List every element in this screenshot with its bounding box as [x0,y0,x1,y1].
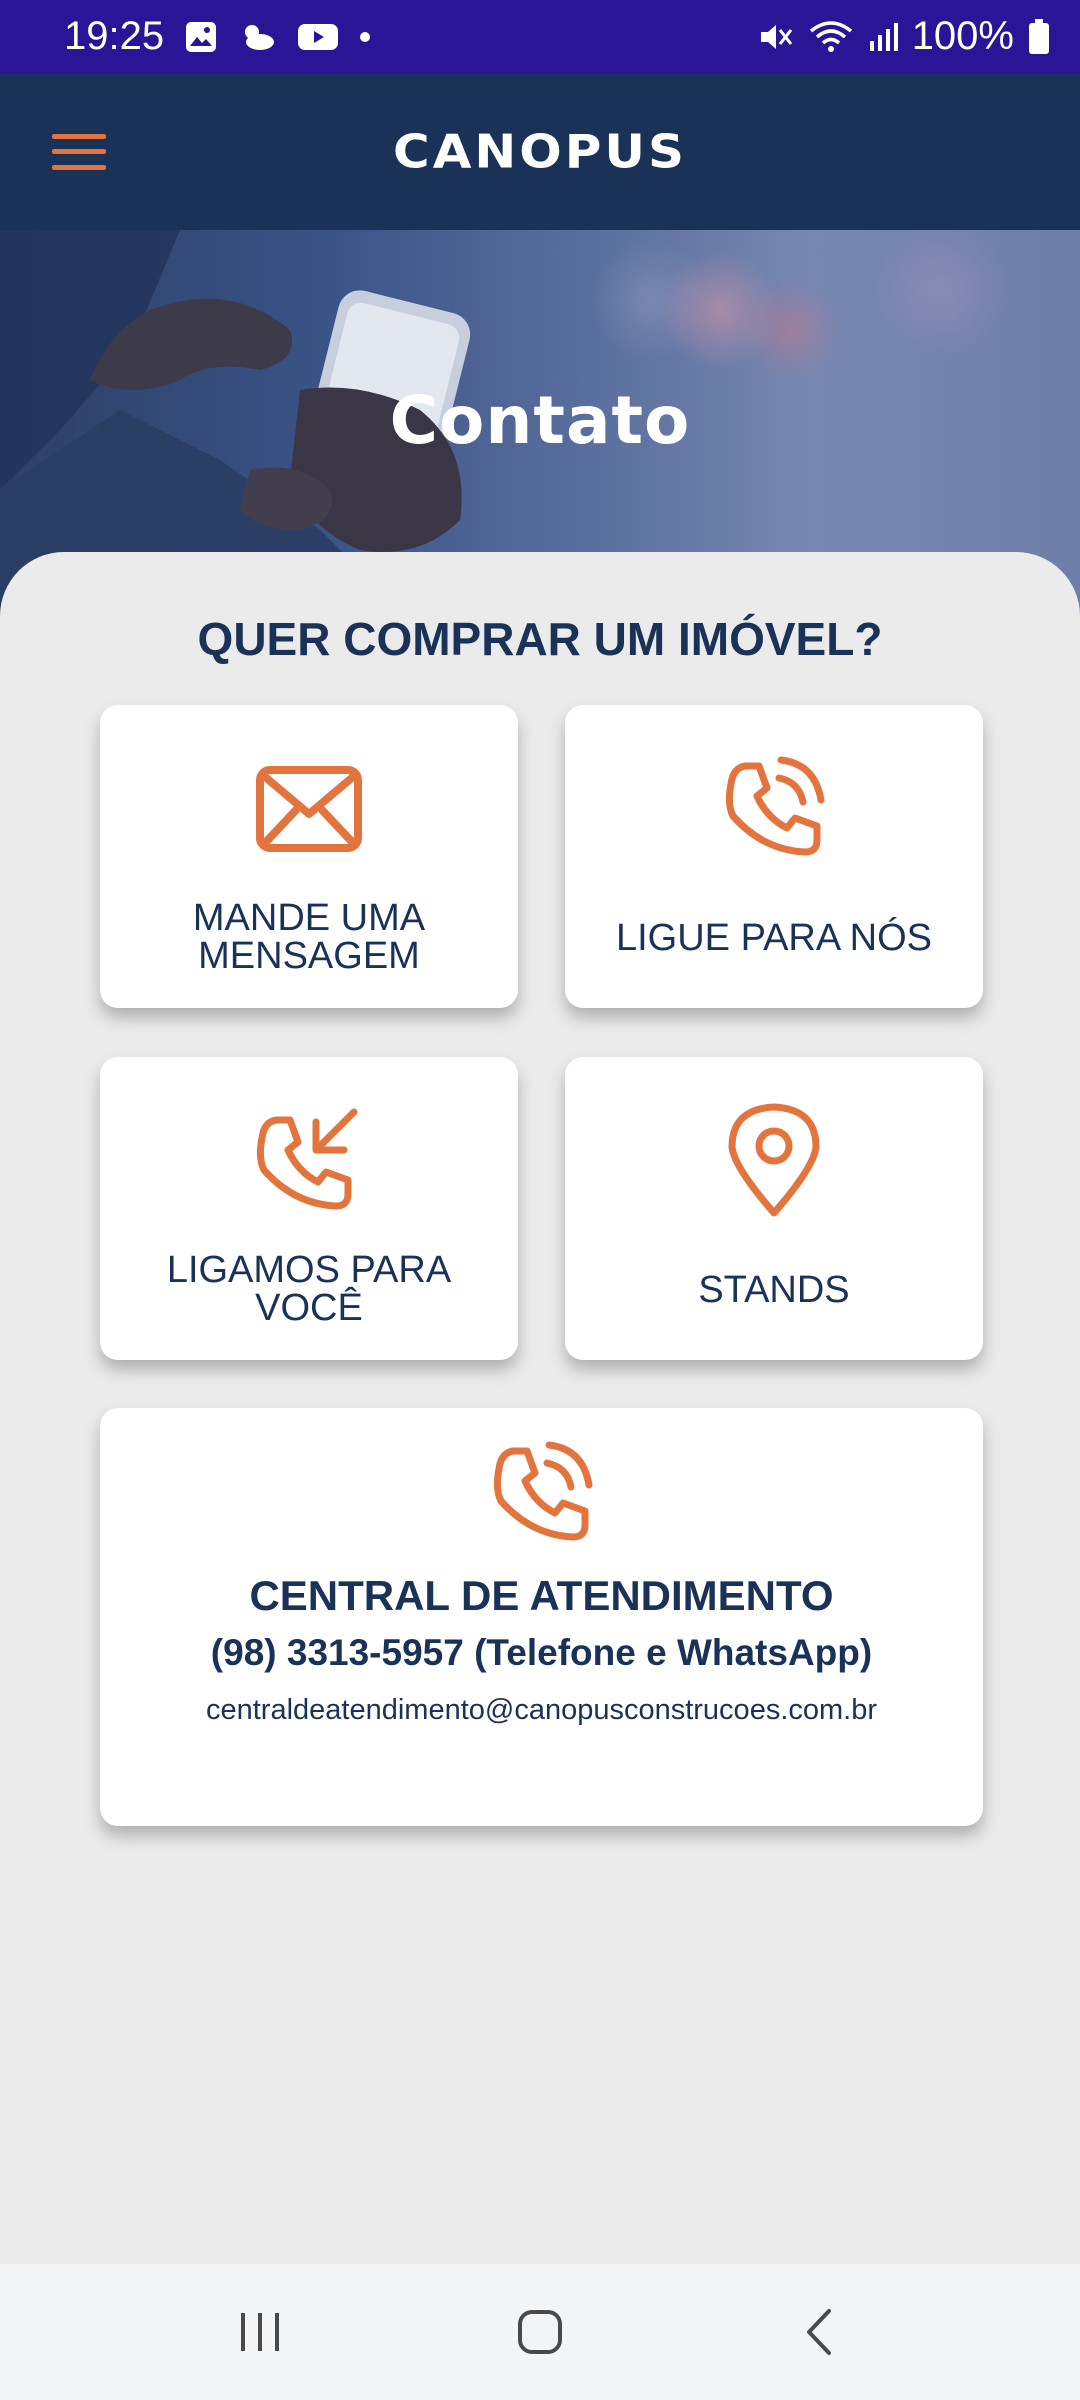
back-icon[interactable] [760,2282,880,2382]
customer-service-card: CENTRAL DE ATENDIMENTO (98) 3313-5957 (T… [100,1408,983,1826]
brand-logo: CANOPUS [393,124,687,179]
wifi-icon [808,19,854,55]
gallery-icon [184,20,218,54]
battery-percent: 100% [911,14,1014,58]
page-title: Contato [389,382,691,459]
mute-icon [758,20,794,54]
envelope-icon [249,749,369,869]
hamburger-menu-icon[interactable] [48,127,110,177]
weather-icon [238,20,278,54]
incoming-call-icon [249,1101,369,1221]
we-call-you-label: LIGAMOS PARA VOCÊ [166,1249,452,1329]
customer-service-title: CENTRAL DE ATENDIMENTO [249,1572,834,1619]
status-bar-right: 100% [758,14,1050,59]
customer-service-phone[interactable]: (98) 3313-5957 (Telefone e WhatsApp) [211,1632,872,1674]
call-us-label: LIGUE PARA NÓS [615,917,933,959]
recent-apps-icon[interactable] [200,2282,320,2382]
status-bar-left: 19:25 [64,14,372,59]
home-icon[interactable] [480,2282,600,2382]
system-nav-bar [0,2264,1080,2400]
signal-icon [868,21,898,53]
status-bar: 19:25 100% [0,0,1080,73]
stands-label: STANDS [698,1269,850,1311]
app-header: CANOPUS [0,73,1080,230]
customer-service-email[interactable]: centraldeatendimento@canopusconstrucoes.… [206,1694,877,1727]
stands-card[interactable]: STANDS [565,1057,983,1360]
section-heading: QUER COMPRAR UM IMÓVEL? [197,613,883,665]
menu-line [52,149,106,154]
menu-line [52,164,106,170]
battery-icon [1028,18,1050,55]
menu-line [52,133,106,139]
youtube-icon [298,22,339,52]
dot-icon [358,30,372,44]
send-message-card[interactable]: MANDE UMA MENSAGEM [100,705,518,1008]
call-us-card[interactable]: LIGUE PARA NÓS [565,705,983,1008]
content-panel: QUER COMPRAR UM IMÓVEL? MANDE UMA MENSAG… [0,552,1080,2264]
map-pin-icon [714,1101,834,1221]
phone-ringing-icon [714,749,834,869]
phone-ringing-icon [482,1434,602,1554]
status-time: 19:25 [64,14,165,58]
send-message-label: MANDE UMA MENSAGEM [192,897,426,977]
we-call-you-card[interactable]: LIGAMOS PARA VOCÊ [100,1057,518,1360]
